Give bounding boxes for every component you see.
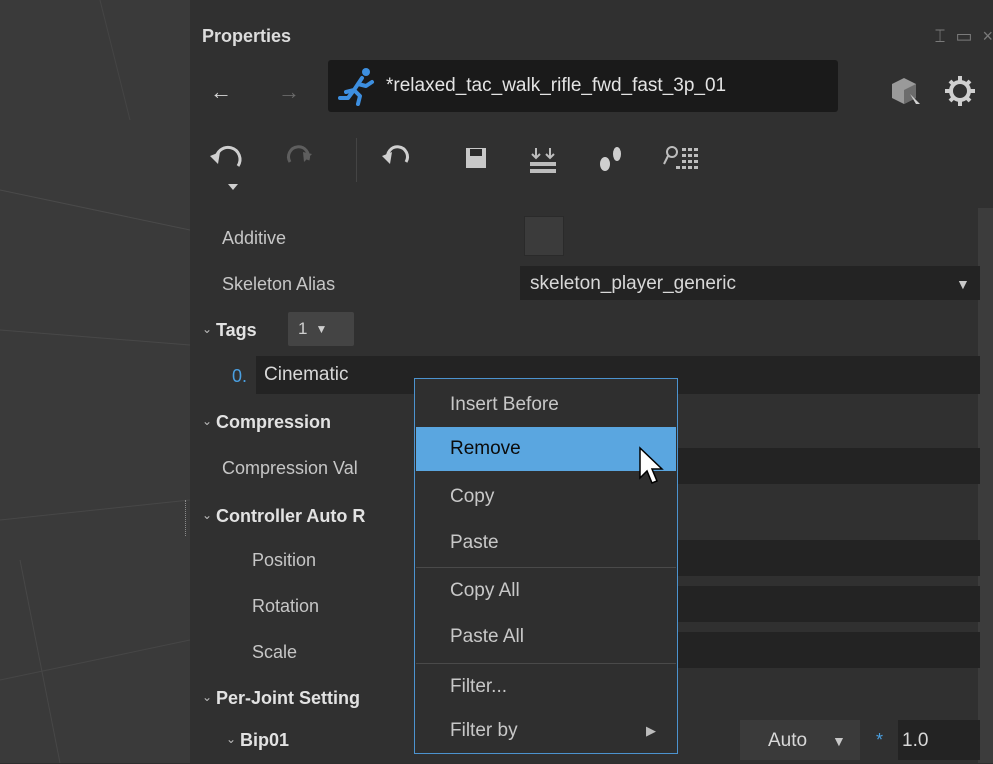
skeleton-alias-value: skeleton_player_generic — [530, 273, 736, 294]
toolbar — [190, 128, 993, 206]
submenu-arrow-icon: ▶ — [646, 723, 656, 738]
menu-item-copy-all[interactable]: Copy All — [416, 569, 676, 613]
menu-item-paste-all[interactable]: Paste All — [416, 615, 676, 659]
scale-field[interactable] — [676, 632, 980, 668]
tags-count: 1 — [298, 319, 308, 338]
skeleton-mapping-icon[interactable] — [662, 144, 702, 178]
forward-arrow-icon[interactable]: → — [278, 79, 300, 105]
position-label: Position — [252, 550, 317, 570]
rotation-field[interactable] — [676, 586, 980, 622]
bip-mode-value: Auto — [768, 730, 808, 751]
menu-item-filter[interactable]: Filter... — [416, 665, 676, 709]
close-icon[interactable]: × — [982, 26, 993, 47]
menu-item-filter-by[interactable]: Filter by ▶ — [416, 709, 676, 753]
compression-value-field[interactable] — [676, 448, 980, 484]
rotation-label: Rotation — [252, 596, 320, 616]
menu-separator — [416, 663, 676, 664]
chevron-down-icon: ▼ — [315, 322, 328, 336]
undock-icon[interactable]: ⌶ — [935, 26, 946, 47]
tag-index: 0. — [232, 366, 248, 386]
panel-title: Properties — [202, 26, 292, 46]
package-icon[interactable] — [886, 74, 924, 108]
menu-item-insert-before[interactable]: Insert Before — [416, 383, 676, 427]
mouse-cursor-icon — [639, 446, 664, 484]
splitter-grip[interactable] — [185, 500, 189, 536]
chevron-down-icon: ▼ — [832, 733, 846, 749]
bip-value-field[interactable]: 1.0 — [898, 720, 980, 760]
tags-count-dropdown[interactable]: 1 ▼ — [288, 312, 354, 346]
additive-checkbox[interactable] — [524, 216, 564, 256]
expand-chevron-icon[interactable]: ⌄ — [202, 508, 212, 522]
property-row-additive: Additive — [190, 216, 993, 262]
compression-label: Compression — [216, 412, 332, 432]
menu-item-paste[interactable]: Paste — [416, 521, 676, 565]
import-icon[interactable] — [526, 144, 562, 176]
reset-icon[interactable] — [380, 144, 412, 174]
context-menu: Insert Before Remove Copy Paste Copy All… — [414, 378, 678, 754]
asset-name: *relaxed_tac_walk_rifle_fwd_fast_3p_01 — [386, 75, 727, 96]
toolbar-separator — [356, 138, 357, 182]
asset-field[interactable]: *relaxed_tac_walk_rifle_fwd_fast_3p_01 — [328, 60, 838, 112]
bip-label: Bip01 — [240, 730, 290, 750]
window-buttons: ⌶ ▭ × — [935, 26, 993, 47]
compression-value-label: Compression Val — [222, 458, 358, 478]
menu-item-copy[interactable]: Copy — [416, 475, 676, 519]
expand-chevron-icon[interactable]: ⌄ — [202, 690, 212, 704]
running-figure-icon — [338, 68, 374, 106]
menu-separator — [416, 567, 676, 568]
tag-value: Cinematic — [264, 364, 349, 385]
skeleton-alias-label: Skeleton Alias — [222, 274, 336, 294]
tags-label: Tags — [216, 320, 257, 340]
back-arrow-icon[interactable]: ← — [210, 79, 232, 105]
scale-label: Scale — [252, 642, 298, 662]
property-row-tags: ⌄ Tags 1 ▼ — [190, 308, 993, 354]
viewport[interactable] — [0, 0, 190, 763]
redo-icon[interactable] — [284, 144, 314, 174]
footsteps-icon[interactable] — [594, 144, 628, 176]
chevron-down-icon: ▼ — [956, 276, 970, 292]
gear-icon[interactable] — [942, 74, 982, 108]
viewport-grid — [0, 0, 190, 763]
expand-chevron-icon[interactable]: ⌄ — [202, 414, 212, 428]
bip-value: 1.0 — [902, 730, 929, 751]
multiplier-symbol: * — [876, 730, 884, 750]
maximize-icon[interactable]: ▭ — [955, 26, 972, 47]
bip-mode-select[interactable]: Auto ▼ — [740, 720, 860, 760]
expand-chevron-icon[interactable]: ⌄ — [202, 322, 212, 336]
controller-label: Controller Auto R — [216, 506, 366, 526]
property-row-skeleton-alias: Skeleton Alias skeleton_player_generic ▼ — [190, 262, 993, 308]
undo-dropdown-icon[interactable] — [208, 144, 254, 194]
save-icon[interactable] — [462, 144, 490, 172]
per-joint-label: Per-Joint Setting — [216, 688, 361, 708]
skeleton-alias-select[interactable]: skeleton_player_generic ▼ — [520, 266, 980, 300]
filter-by-label: Filter by — [450, 720, 518, 741]
expand-chevron-icon[interactable]: ⌄ — [226, 732, 236, 746]
position-field[interactable] — [676, 540, 980, 576]
additive-label: Additive — [222, 228, 287, 248]
menu-item-remove[interactable]: Remove — [416, 427, 676, 471]
